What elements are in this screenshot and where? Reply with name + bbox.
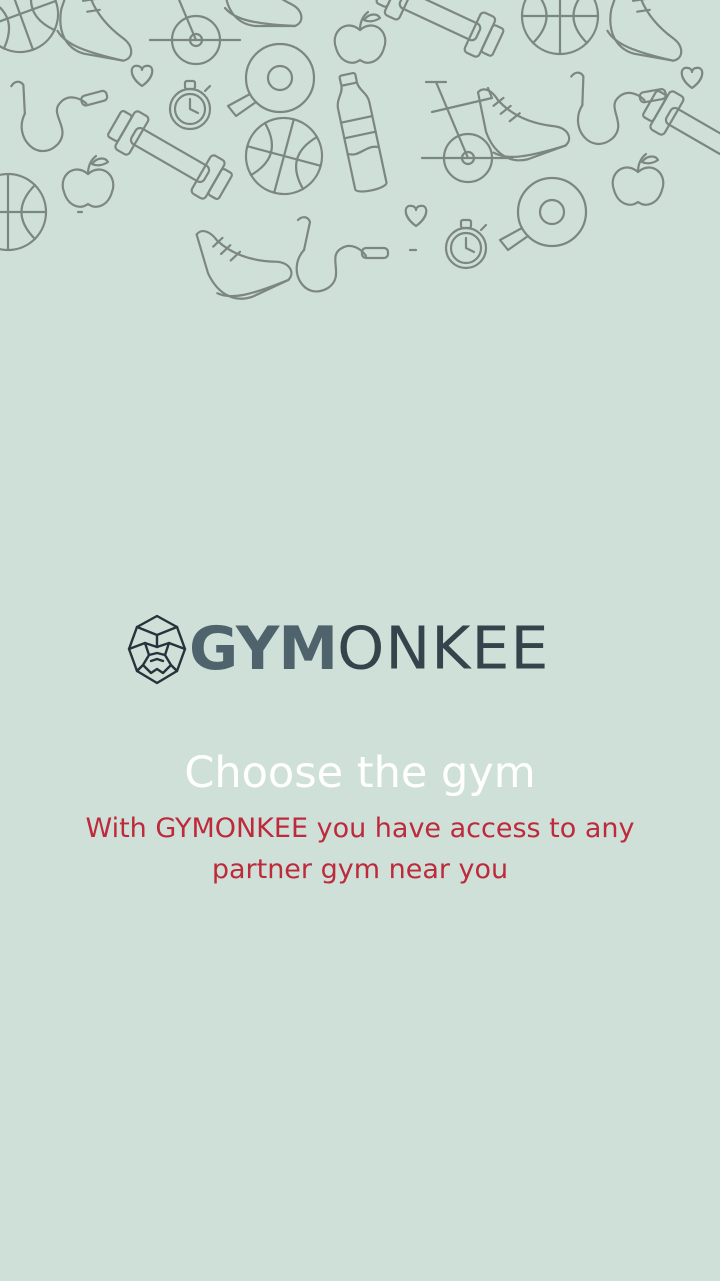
onboarding-subtitle: With GYMONKEE you have access to any par… bbox=[85, 813, 635, 885]
gymonkee-logo: GYM ONKEE bbox=[127, 612, 587, 686]
logo-thin-text: ONKEE bbox=[337, 614, 550, 684]
onboarding-title: Choose the gym bbox=[184, 748, 536, 798]
logo-bold-text: GYM bbox=[189, 614, 338, 684]
onboarding-screen: GYM ONKEE Choose the gym With GYMONKEE yo… bbox=[0, 0, 720, 1281]
fitness-doodle-pattern bbox=[0, 0, 720, 320]
gorilla-head-icon bbox=[127, 614, 187, 685]
